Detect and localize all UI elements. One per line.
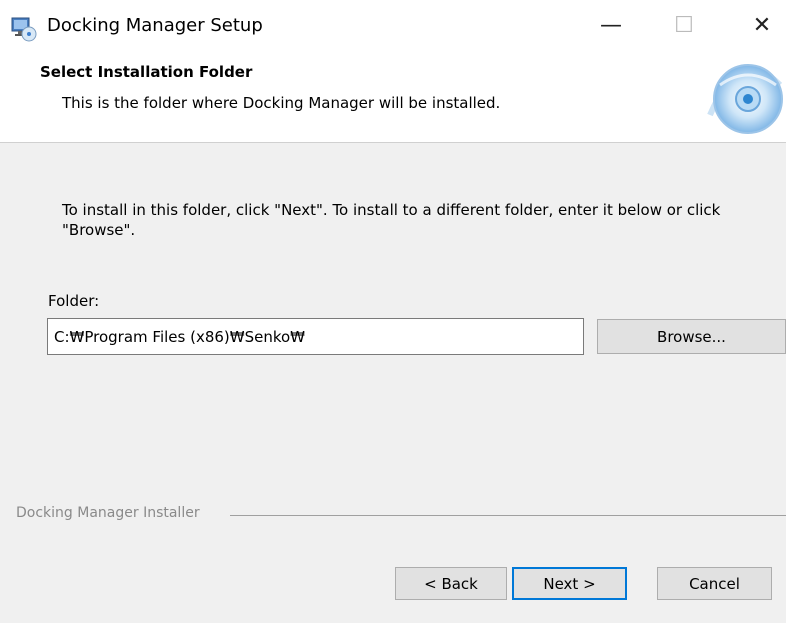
page-title: Select Installation Folder <box>40 63 253 81</box>
wizard-header: Select Installation Folder This is the f… <box>0 50 786 143</box>
disc-icon <box>700 55 786 141</box>
title-bar: Docking Manager Setup — ☐ ✕ <box>0 0 786 50</box>
window-title: Docking Manager Setup <box>47 15 263 36</box>
minimize-button[interactable]: — <box>585 0 637 50</box>
back-button[interactable]: < Back <box>395 567 507 600</box>
footer-divider <box>230 515 786 516</box>
close-button[interactable]: ✕ <box>736 0 786 50</box>
maximize-button[interactable]: ☐ <box>658 0 710 50</box>
installer-computer-icon <box>11 16 37 42</box>
installer-group-label: Docking Manager Installer <box>16 505 210 521</box>
folder-label: Folder: <box>48 292 100 310</box>
page-subtitle: This is the folder where Docking Manager… <box>62 94 501 112</box>
next-button[interactable]: Next > <box>512 567 627 600</box>
cancel-button[interactable]: Cancel <box>657 567 772 600</box>
folder-path-input[interactable] <box>47 318 584 355</box>
install-instructions: To install in this folder, click "Next".… <box>62 201 721 239</box>
browse-button[interactable]: Browse... <box>597 319 786 354</box>
